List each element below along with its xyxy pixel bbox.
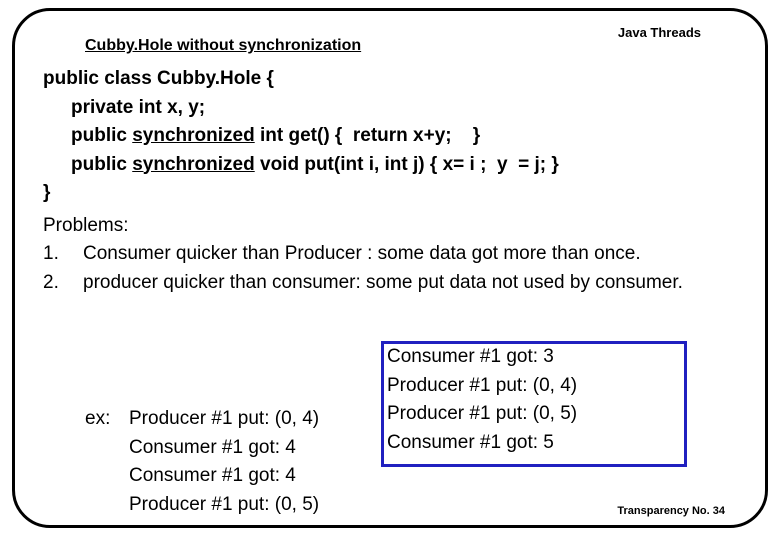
keyword-synchronized: synchronized <box>132 125 254 146</box>
code-text: int get() { return x+y; } <box>255 125 480 146</box>
example-line: Consumer #1 got: 4 <box>129 434 296 463</box>
example-left-column: ex: Producer #1 put: (0, 4) Consumer #1 … <box>85 405 319 519</box>
problem-number: 2. <box>43 269 83 298</box>
example-right-column: Consumer #1 got: 3 Producer #1 put: (0, … <box>387 343 677 457</box>
keyword-synchronized: synchronized <box>132 154 254 175</box>
footer-transparency: Transparency No. 34 <box>617 505 725 517</box>
slide-frame: Java Threads Cubby.Hole without synchron… <box>12 8 768 528</box>
example-line: Producer #1 put: (0, 4) <box>387 372 677 401</box>
example-line: Producer #1 put: (0, 4) <box>129 405 319 434</box>
problem-text: Consumer quicker than Producer : some da… <box>83 240 745 269</box>
example-line: Consumer #1 got: 5 <box>387 429 677 458</box>
slide-subtitle: Cubby.Hole without synchronization <box>85 37 361 55</box>
code-text: public <box>71 125 132 146</box>
code-text: public <box>71 154 132 175</box>
example-line: Producer #1 put: (0, 5) <box>387 400 677 429</box>
example-line: Producer #1 put: (0, 5) <box>129 491 319 520</box>
example-line: Consumer #1 got: 4 <box>129 462 296 491</box>
example-line: Consumer #1 got: 3 <box>387 343 677 372</box>
code-line-2: private int x, y; <box>43 94 745 123</box>
code-line-4: public synchronized void put(int i, int … <box>43 151 745 180</box>
code-text: void put(int i, int j) { x= i ; y = j; } <box>255 154 559 175</box>
problems-heading: Problems: <box>43 212 745 241</box>
example-label: ex: <box>85 405 129 434</box>
problem-text: producer quicker than consumer: some put… <box>83 269 745 298</box>
problem-number: 1. <box>43 240 83 269</box>
problem-item: 2. producer quicker than consumer: some … <box>43 269 745 298</box>
header-topic: Java Threads <box>618 25 701 40</box>
code-line-1: public class Cubby.Hole { <box>43 65 745 94</box>
code-line-5: } <box>43 179 745 208</box>
problems-section: Problems: 1. Consumer quicker than Produ… <box>43 212 745 298</box>
slide-content: public class Cubby.Hole { private int x,… <box>43 65 745 297</box>
problem-item: 1. Consumer quicker than Producer : some… <box>43 240 745 269</box>
code-line-3: public synchronized int get() { return x… <box>43 122 745 151</box>
